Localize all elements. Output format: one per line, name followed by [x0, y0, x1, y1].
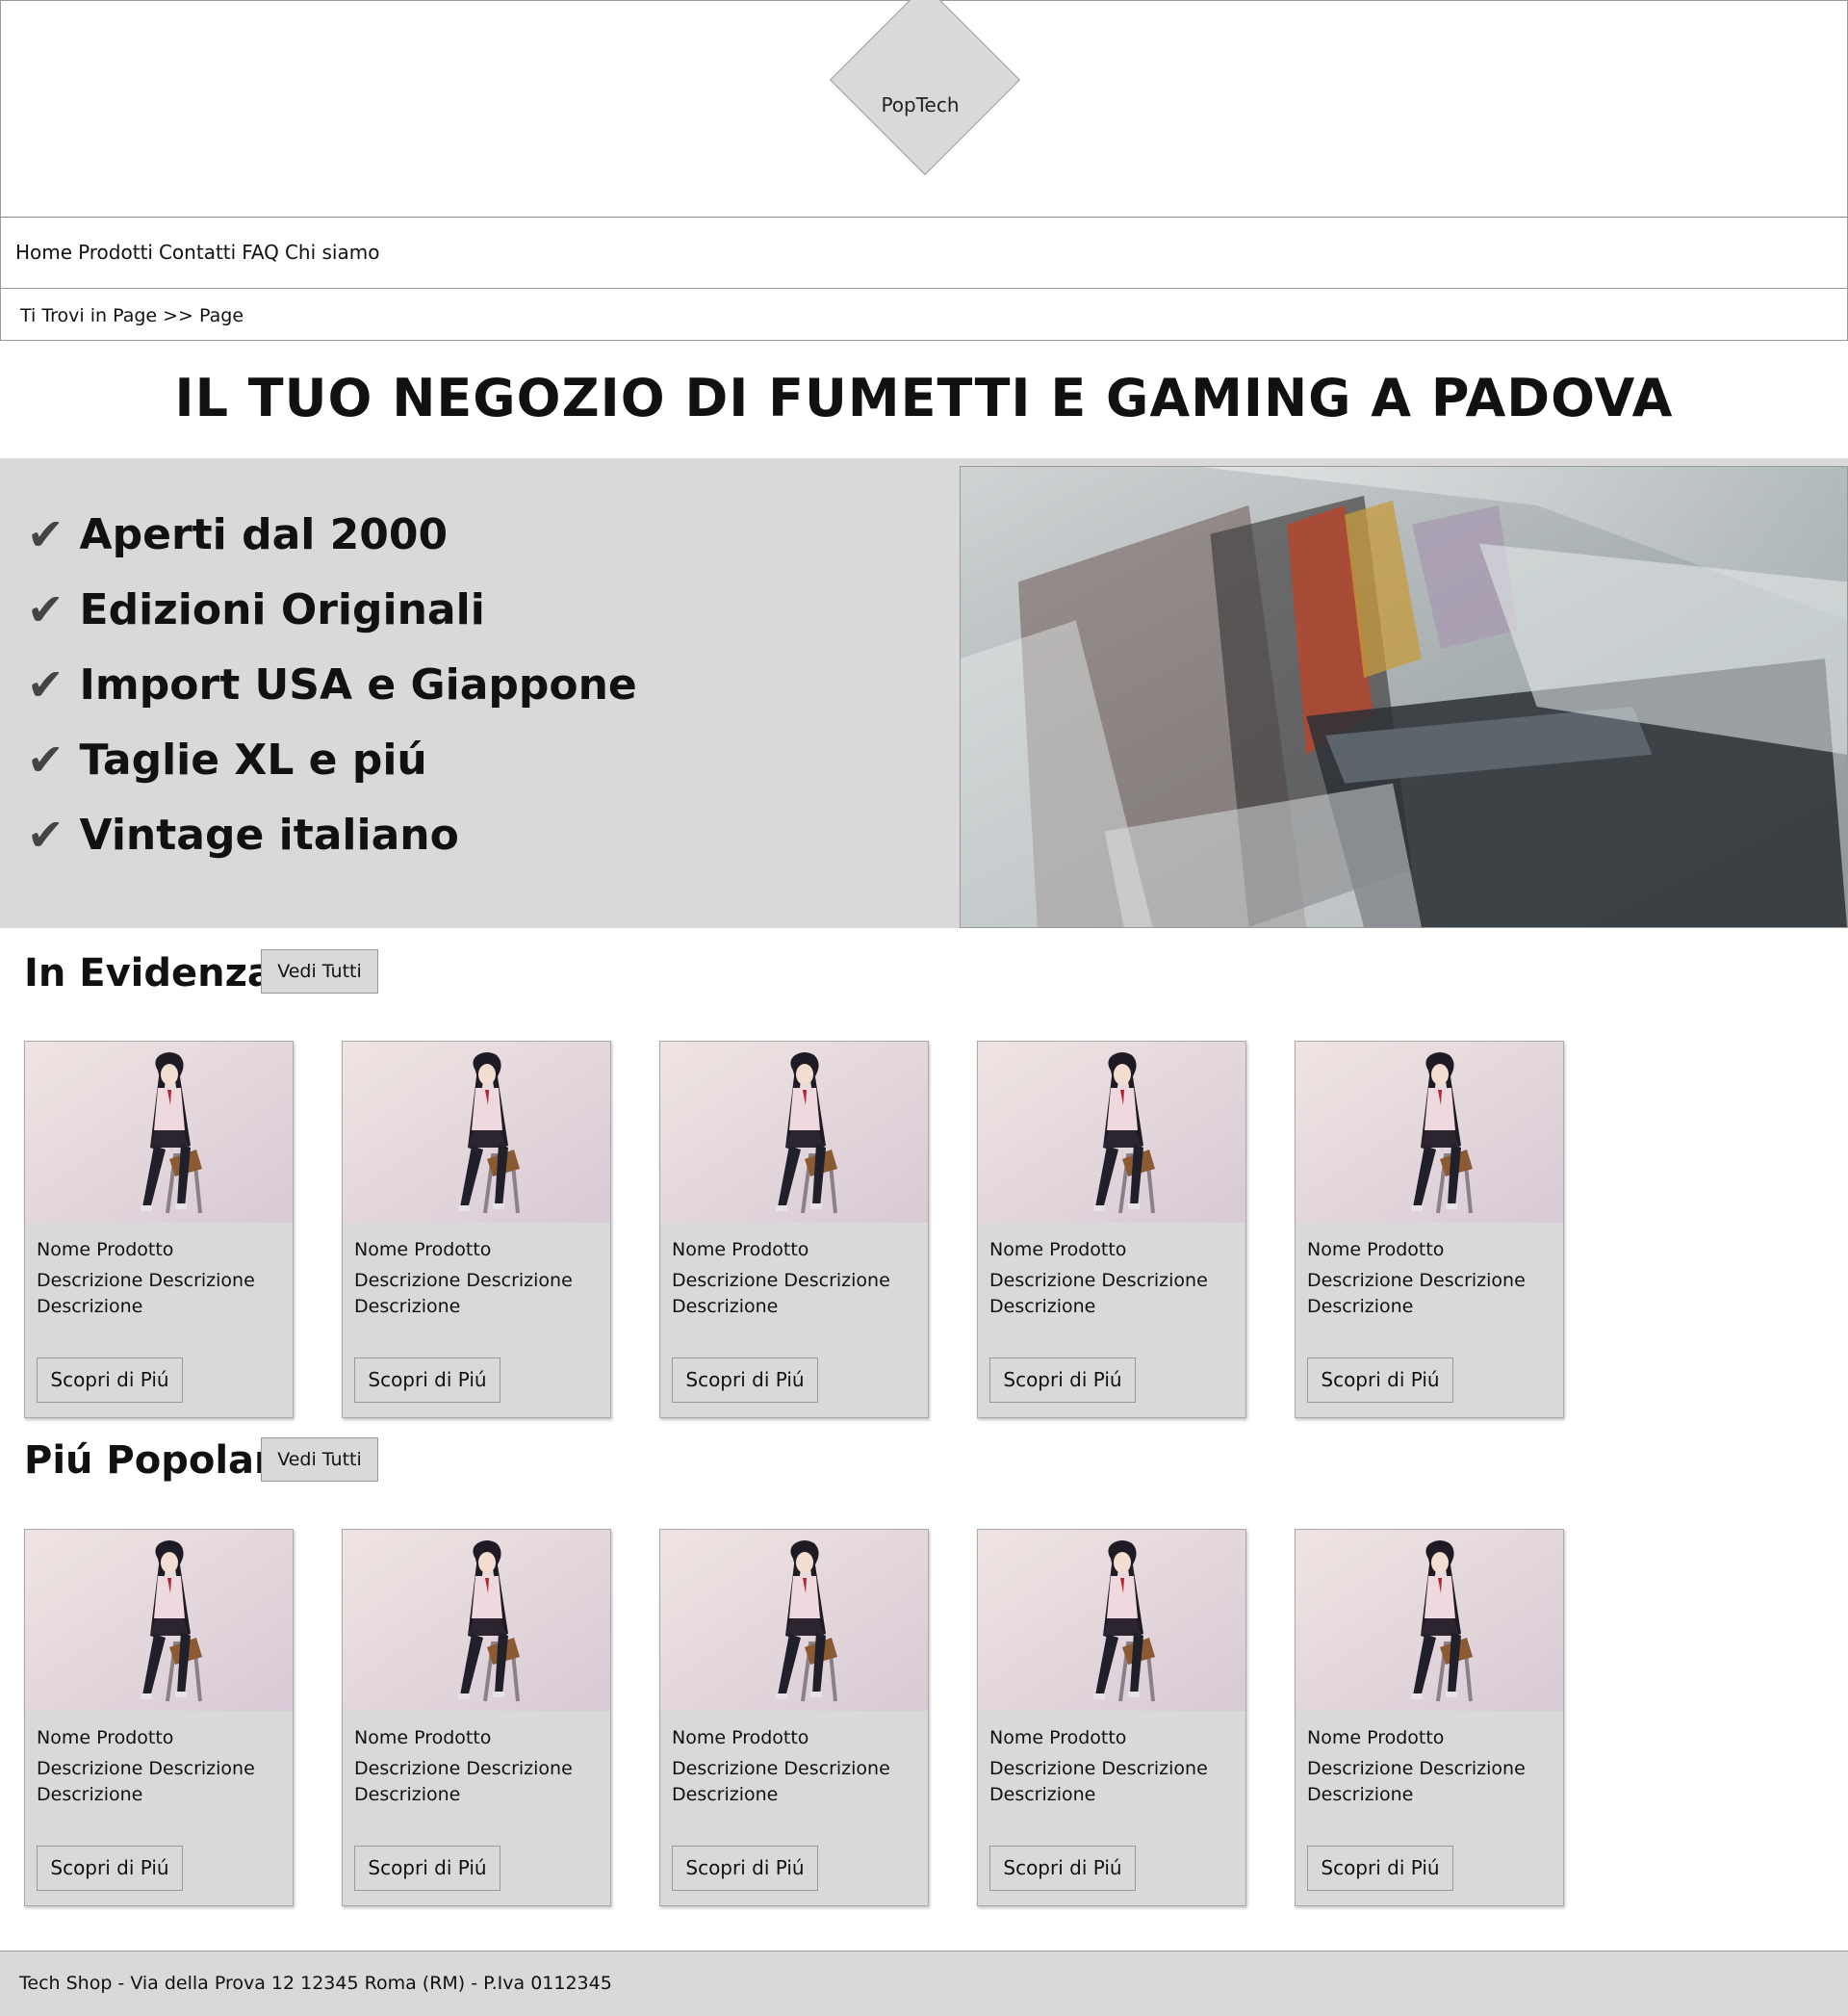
feature-item: ✔ Import USA e Giappone [27, 647, 637, 722]
product-card: Nome Prodotto Descrizione Descrizione De… [342, 1041, 611, 1418]
site-header: PopTech [0, 0, 1848, 218]
feature-label: Edizioni Originali [79, 584, 485, 634]
feature-list: ✔ Aperti dal 2000 ✔ Edizioni Originali ✔ Im… [27, 497, 637, 872]
check-icon: ✔ [27, 809, 64, 861]
product-card: Nome Prodotto Descrizione Descrizione De… [1295, 1529, 1564, 1906]
product-image[interactable] [25, 1530, 293, 1711]
site-footer: Tech Shop - Via della Prova 12 12345 Rom… [0, 1951, 1848, 2016]
product-row-popolari: Nome Prodotto Descrizione Descrizione De… [24, 1529, 1564, 1906]
scopri-button[interactable]: Scopri di Piú [354, 1846, 500, 1891]
check-icon: ✔ [27, 508, 64, 560]
product-card: Nome Prodotto Descrizione Descrizione De… [659, 1041, 929, 1418]
product-name: Nome Prodotto [1307, 1727, 1445, 1748]
product-name: Nome Prodotto [37, 1727, 174, 1748]
product-name: Nome Prodotto [672, 1239, 809, 1260]
scopri-button[interactable]: Scopri di Piú [989, 1357, 1136, 1403]
scopri-button[interactable]: Scopri di Piú [672, 1846, 818, 1891]
feature-label: Aperti dal 2000 [79, 509, 449, 559]
product-name: Nome Prodotto [354, 1727, 492, 1748]
check-icon: ✔ [27, 659, 64, 711]
product-image[interactable] [343, 1530, 610, 1711]
scopri-button[interactable]: Scopri di Piú [672, 1357, 818, 1403]
logo-text[interactable]: PopTech [829, 93, 1012, 116]
product-name: Nome Prodotto [989, 1239, 1127, 1260]
product-card: Nome Prodotto Descrizione Descrizione De… [342, 1529, 611, 1906]
product-image[interactable] [978, 1042, 1245, 1223]
product-name: Nome Prodotto [37, 1239, 174, 1260]
product-name: Nome Prodotto [1307, 1239, 1445, 1260]
product-description: Descrizione Descrizione Descrizione [37, 1758, 255, 1805]
feature-item: ✔ Taglie XL e piú [27, 722, 637, 797]
page-headline: IL TUO NEGOZIO DI FUMETTI E GAMING A PAD… [174, 368, 1674, 428]
product-card: Nome Prodotto Descrizione Descrizione De… [659, 1529, 929, 1906]
scopri-button[interactable]: Scopri di Piú [1307, 1357, 1453, 1403]
vedi-tutti-button[interactable]: Vedi Tutti [261, 949, 378, 994]
feature-item: ✔ Edizioni Originali [27, 572, 637, 647]
nav-faq[interactable]: FAQ [242, 241, 279, 264]
product-image[interactable] [25, 1042, 293, 1223]
nav-chi-siamo[interactable]: Chi siamo [285, 241, 380, 264]
feature-item: ✔ Vintage italiano [27, 797, 637, 872]
product-image[interactable] [343, 1042, 610, 1223]
nav-contatti[interactable]: Contatti [159, 241, 236, 264]
product-card: Nome Prodotto Descrizione Descrizione De… [977, 1041, 1246, 1418]
product-image[interactable] [1296, 1042, 1563, 1223]
feature-item: ✔ Aperti dal 2000 [27, 497, 637, 572]
product-description: Descrizione Descrizione Descrizione [354, 1270, 573, 1317]
product-description: Descrizione Descrizione Descrizione [1307, 1758, 1526, 1805]
feature-label: Taglie XL e piú [79, 735, 427, 785]
scopri-button[interactable]: Scopri di Piú [37, 1846, 183, 1891]
product-description: Descrizione Descrizione Descrizione [989, 1758, 1208, 1805]
check-icon: ✔ [27, 583, 64, 635]
footer-text: Tech Shop - Via della Prova 12 12345 Rom… [19, 1973, 612, 1994]
check-icon: ✔ [27, 734, 64, 786]
section-title-piu-popolari: Piú Popolari [24, 1438, 287, 1483]
product-name: Nome Prodotto [672, 1727, 809, 1748]
product-card: Nome Prodotto Descrizione Descrizione De… [24, 1041, 294, 1418]
product-image[interactable] [660, 1042, 928, 1223]
scopri-button[interactable]: Scopri di Piú [354, 1357, 500, 1403]
product-description: Descrizione Descrizione Descrizione [672, 1270, 890, 1317]
section-title-in-evidenza: In Evidenza [24, 951, 273, 995]
feature-label: Import USA e Giappone [79, 659, 637, 710]
product-card: Nome Prodotto Descrizione Descrizione De… [24, 1529, 294, 1906]
product-description: Descrizione Descrizione Descrizione [989, 1270, 1208, 1317]
product-description: Descrizione Descrizione Descrizione [37, 1270, 255, 1317]
product-description: Descrizione Descrizione Descrizione [672, 1758, 890, 1805]
vedi-tutti-button[interactable]: Vedi Tutti [261, 1437, 378, 1482]
product-description: Descrizione Descrizione Descrizione [1307, 1270, 1526, 1317]
product-name: Nome Prodotto [354, 1239, 492, 1260]
product-image[interactable] [660, 1530, 928, 1711]
feature-label: Vintage italiano [79, 810, 459, 860]
main-nav: Home Prodotti Contatti FAQ Chi siamo [0, 217, 1848, 289]
product-image[interactable] [978, 1530, 1245, 1711]
logo-shape[interactable] [830, 0, 1020, 175]
hero-image-comics-bins [960, 466, 1848, 928]
scopri-button[interactable]: Scopri di Piú [1307, 1846, 1453, 1891]
breadcrumb: Ti Trovi in Page >> Page [0, 288, 1848, 341]
product-card: Nome Prodotto Descrizione Descrizione De… [977, 1529, 1246, 1906]
breadcrumb-text: Ti Trovi in Page >> Page [20, 305, 244, 326]
product-name: Nome Prodotto [989, 1727, 1127, 1748]
product-description: Descrizione Descrizione Descrizione [354, 1758, 573, 1805]
product-row-evidenza: Nome Prodotto Descrizione Descrizione De… [24, 1041, 1564, 1418]
scopri-button[interactable]: Scopri di Piú [37, 1357, 183, 1403]
product-card: Nome Prodotto Descrizione Descrizione De… [1295, 1041, 1564, 1418]
nav-prodotti[interactable]: Prodotti [78, 241, 153, 264]
product-image[interactable] [1296, 1530, 1563, 1711]
scopri-button[interactable]: Scopri di Piú [989, 1846, 1136, 1891]
hero-banner: ✔ Aperti dal 2000 ✔ Edizioni Originali ✔ Im… [0, 458, 1848, 928]
nav-home[interactable]: Home [15, 241, 72, 264]
